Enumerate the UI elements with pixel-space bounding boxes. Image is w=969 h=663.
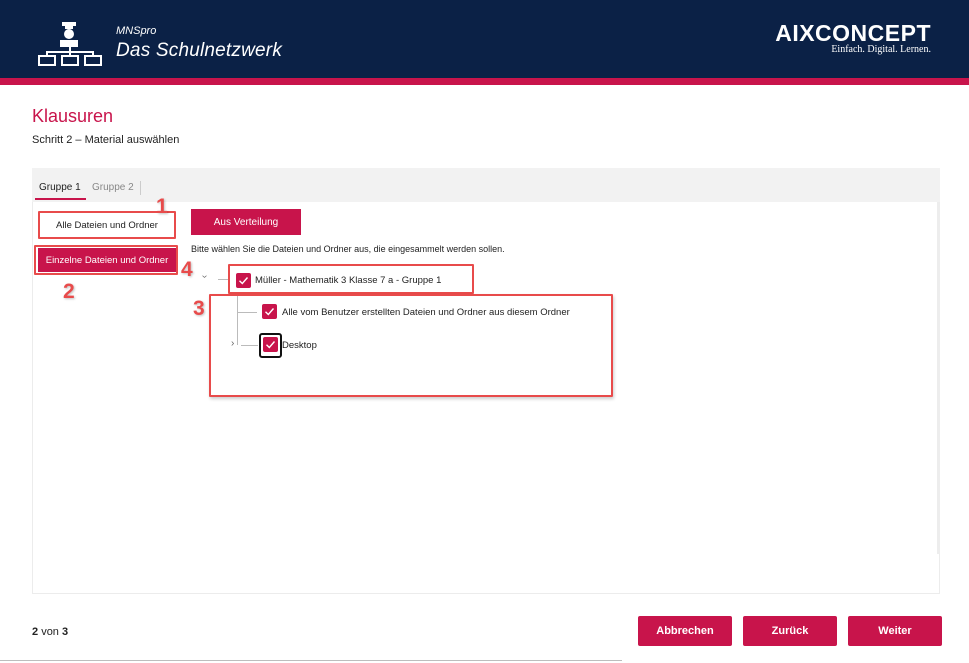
annotation-number-4: 4 — [181, 258, 193, 281]
active-tab-indicator — [35, 198, 86, 200]
annotation-box-3 — [209, 294, 613, 397]
cancel-button[interactable]: Abbrechen — [638, 616, 732, 646]
company-logo: AIXCONCEPT — [775, 20, 931, 46]
group-tabs: Gruppe 1 Gruppe 2 — [32, 168, 940, 202]
from-distribution-button[interactable]: Aus Verteilung — [191, 209, 301, 235]
annotation-box-4 — [228, 264, 474, 294]
annotation-box-2 — [34, 245, 178, 275]
network-teacher-icon — [38, 22, 102, 66]
step-current: 2 — [32, 626, 39, 638]
step-indicator: 2 von 3 — [32, 626, 68, 638]
annotation-number-2: 2 — [63, 280, 75, 303]
app-header: MNSpro Das Schulnetzwerk AIXCONCEPT Einf… — [0, 0, 969, 78]
annotation-number-3: 3 — [193, 297, 205, 320]
step-separator: von — [41, 626, 59, 638]
page-subtitle: Schritt 2 – Material auswählen — [32, 134, 180, 146]
header-stripe — [0, 78, 969, 85]
annotation-number-1: 1 — [156, 195, 168, 218]
brand-small: MNSpro — [116, 25, 157, 37]
step-total: 3 — [62, 626, 69, 638]
tab-gruppe-2[interactable]: Gruppe 2 — [92, 182, 134, 193]
tab-gruppe-1[interactable]: Gruppe 1 — [39, 182, 81, 193]
chevron-down-icon[interactable]: › — [199, 275, 210, 278]
bottom-divider — [0, 660, 622, 661]
instruction-text: Bitte wählen Sie die Dateien und Ordner … — [191, 244, 505, 254]
brand-title: Das Schulnetzwerk — [116, 40, 283, 61]
next-button[interactable]: Weiter — [848, 616, 942, 646]
page-title: Klausuren — [32, 106, 114, 126]
tab-separator — [140, 181, 141, 195]
back-button[interactable]: Zurück — [743, 616, 837, 646]
company-tagline: Einfach. Digital. Lernen. — [831, 44, 931, 55]
panel-scrollbar — [937, 202, 940, 554]
